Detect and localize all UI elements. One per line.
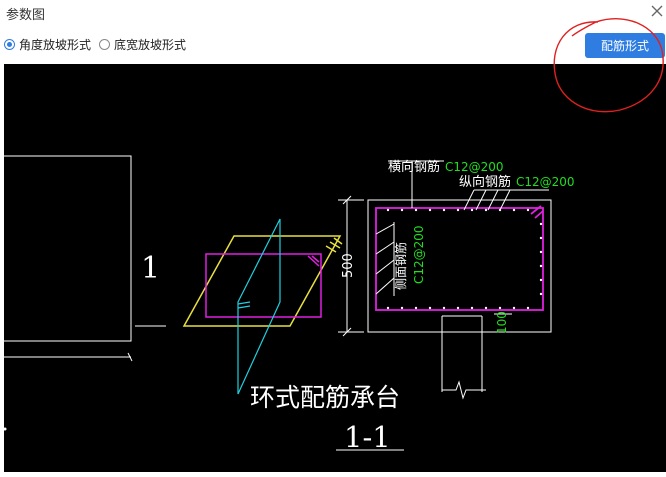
drawing-caption: 环式配筋承台	[250, 383, 400, 412]
section-title: 1-1	[344, 420, 391, 454]
radio-unselected-icon	[99, 39, 111, 50]
height-dimension-value: 500	[341, 253, 356, 278]
side-rebar-value: C12@200	[412, 225, 426, 284]
width-slope-label: 底宽放坡形式	[114, 38, 187, 52]
horizontal-rebar-label: 横向钢筋	[388, 159, 440, 175]
cover-dimension-value: 100	[495, 311, 509, 334]
slope-option-group: 角度放坡形式 底宽放坡形式	[4, 36, 194, 53]
angle-slope-radio[interactable]: 角度放坡形式	[4, 36, 91, 53]
width-slope-radio[interactable]: 底宽放坡形式	[99, 36, 186, 53]
dialog-title: 参数图	[6, 8, 46, 23]
rebar-form-button[interactable]: 配筋形式	[585, 33, 665, 58]
close-icon[interactable]	[648, 2, 666, 20]
section-mark-label: 1	[141, 251, 160, 286]
longitudinal-rebar-label: 纵向钢筋	[459, 174, 511, 190]
longitudinal-rebar-value: C12@200	[516, 175, 575, 189]
side-rebar-label: 侧面钢筋	[393, 242, 408, 290]
radio-selected-icon	[4, 39, 15, 50]
horizontal-rebar-value: C12@200	[445, 160, 504, 174]
parameter-drawing-canvas: 1 500 横向钢筋 C12@200 纵向钢筋 C12@200 侧面钢筋 C12…	[4, 64, 666, 472]
angle-slope-label: 角度放坡形式	[19, 38, 92, 52]
